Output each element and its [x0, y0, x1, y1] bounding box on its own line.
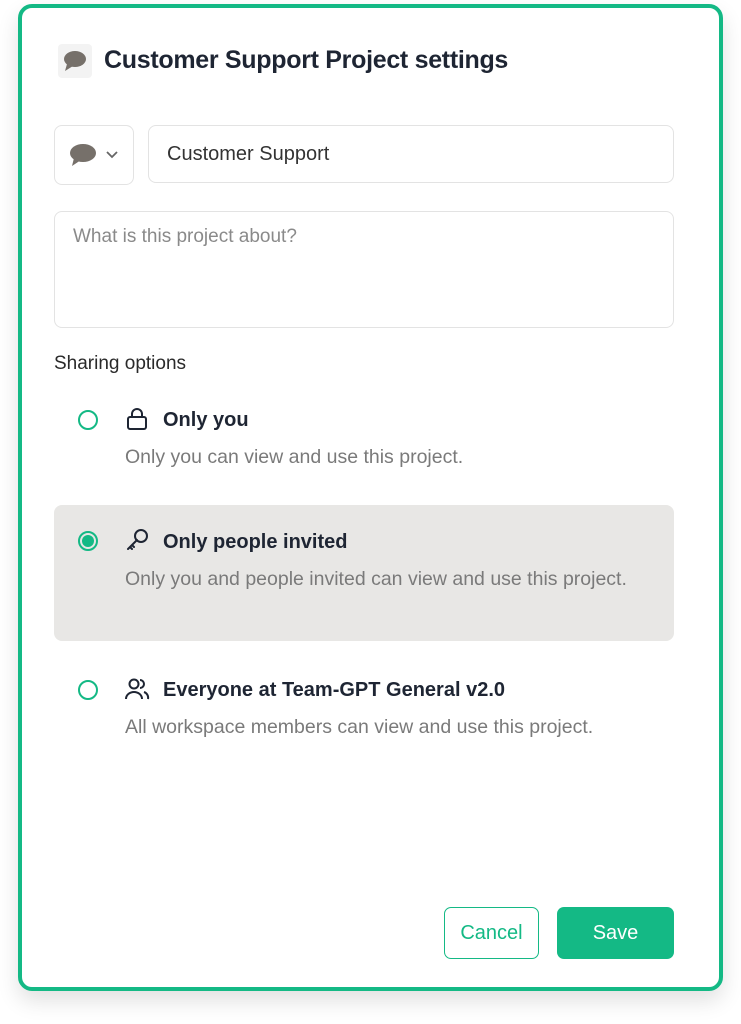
lock-icon: [127, 408, 147, 430]
users-icon: [125, 678, 150, 700]
option-title: Everyone at Team-GPT General v2.0: [163, 679, 506, 701]
cancel-button[interactable]: Cancel: [444, 907, 539, 959]
option-title: Only you: [163, 409, 249, 431]
sharing-option-only-people-invited[interactable]: Only people invited Only you and people …: [54, 505, 674, 641]
key-icon: [127, 529, 148, 550]
option-description: Only you can view and use this project.: [125, 446, 464, 468]
option-title: Only people invited: [163, 531, 348, 553]
speech-bubble-icon: [58, 44, 92, 78]
project-settings-dialog: Customer Support Project settings Sharin…: [18, 4, 723, 991]
radio-button[interactable]: [78, 410, 98, 430]
sharing-option-only-you[interactable]: Only you Only you can view and use this …: [54, 390, 674, 480]
chevron-down-icon: [106, 151, 118, 159]
radio-button[interactable]: [78, 680, 98, 700]
radio-button-selected[interactable]: [78, 531, 98, 551]
option-description: All workspace members can view and use t…: [125, 716, 594, 738]
project-icon-picker[interactable]: [54, 125, 134, 185]
dialog-title: Customer Support Project settings: [104, 46, 509, 74]
option-description: Only you and people invited can view and…: [125, 568, 627, 590]
sharing-option-everyone[interactable]: Everyone at Team-GPT General v2.0 All wo…: [54, 660, 674, 750]
sharing-options-label: Sharing options: [54, 353, 187, 374]
project-name-input[interactable]: [148, 125, 674, 183]
speech-bubble-icon: [70, 144, 96, 166]
save-button[interactable]: Save: [557, 907, 674, 959]
project-description-input[interactable]: [54, 211, 674, 328]
